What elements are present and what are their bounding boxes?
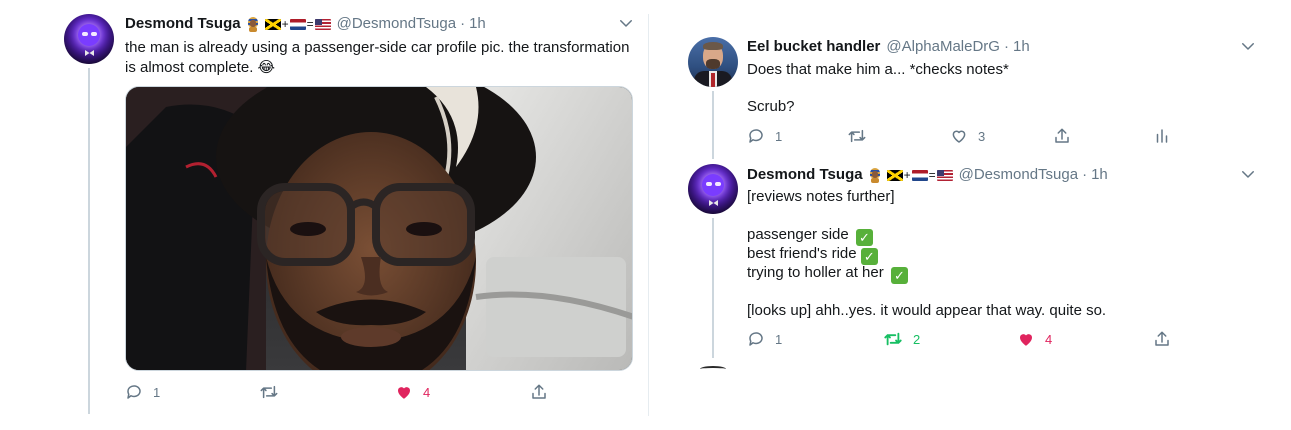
reply-icon <box>127 385 141 399</box>
reply-count: 1 <box>153 384 161 400</box>
like-button[interactable]: 4 <box>395 382 430 402</box>
column-divider <box>648 14 649 416</box>
plus-sign: + <box>903 168 911 182</box>
author-handle[interactable]: @DesmondTsuga <box>959 165 1078 185</box>
tweet-actions: 1 2 4 <box>747 329 1177 349</box>
author-name[interactable]: Desmond Tsuga <box>125 14 241 34</box>
separator-dot: · <box>460 15 466 32</box>
reply-icon <box>749 332 763 346</box>
separator-dot: · <box>1003 38 1009 55</box>
checklist-label: passenger side <box>747 226 849 243</box>
retweet-icon <box>848 129 866 143</box>
like-count: 4 <box>423 384 431 400</box>
author-handle[interactable]: @DesmondTsuga <box>337 14 456 34</box>
chevron-down-icon[interactable] <box>1239 37 1257 55</box>
retweet-button[interactable]: 2 <box>883 329 920 349</box>
tweet-photo[interactable] <box>125 86 633 371</box>
tweet-actions: 1 3 <box>747 126 1177 146</box>
checklist-label: best friend's ride <box>747 245 857 262</box>
analytics-icon <box>1156 129 1168 143</box>
reply-count: 1 <box>775 128 783 144</box>
reply-icon <box>749 129 763 143</box>
avatar[interactable] <box>688 164 738 214</box>
reply-button[interactable]: 1 <box>125 382 160 402</box>
analytics-button[interactable] <box>1153 126 1171 146</box>
tweet-text-line-2: is almost complete. 😂 <box>125 59 276 76</box>
retweet-icon <box>260 385 278 399</box>
tweet-text-line-1: the man is already using a passenger-sid… <box>125 39 630 56</box>
retweet-button[interactable] <box>847 126 877 146</box>
checklist-item: passenger side ✓ <box>747 225 873 246</box>
author-name[interactable]: Desmond Tsuga <box>747 165 863 185</box>
like-button[interactable]: 4 <box>1017 329 1052 349</box>
avatar[interactable] <box>688 37 738 87</box>
reply-count: 1 <box>775 331 783 347</box>
netherlands-flag-icon <box>911 169 928 181</box>
tweet-actions: 1 4 <box>125 382 633 402</box>
chevron-down-icon[interactable] <box>1239 165 1257 183</box>
heart-icon <box>952 130 966 143</box>
author-handle[interactable]: @AlphaMaleDrG <box>886 37 1000 57</box>
separator-dot: · <box>1082 166 1088 183</box>
tweet-header: Desmond Tsuga + = @DesmondTsuga · 1h <box>747 165 1108 185</box>
equals-sign: = <box>928 168 936 182</box>
retweet-active-icon <box>884 332 902 346</box>
share-button[interactable] <box>530 382 548 402</box>
share-icon <box>1055 128 1069 143</box>
thread-line <box>712 218 714 358</box>
like-button[interactable]: 3 <box>950 126 985 146</box>
jamaica-flag-icon <box>886 169 903 181</box>
netherlands-flag-icon <box>289 18 306 30</box>
selfie-photo <box>126 87 632 370</box>
avatar[interactable] <box>64 14 114 64</box>
usa-flag-icon <box>936 169 953 181</box>
author-name[interactable]: Eel bucket handler <box>747 37 880 57</box>
checklist-item: best friend's ride ✓ <box>747 244 878 265</box>
checklist-label: trying to holler at her <box>747 264 884 281</box>
usa-flag-icon <box>314 18 331 30</box>
tweet-header: Eel bucket handler @AlphaMaleDrG · 1h <box>747 37 1030 57</box>
tweet-text-line-5: [looks up] ahh..yes. it would appear tha… <box>747 302 1107 319</box>
equals-sign: = <box>306 17 314 31</box>
share-button[interactable] <box>1153 329 1171 349</box>
tweet-text-line-1: Does that make him a... *checks notes* <box>747 61 1009 78</box>
pharaoh-emoji <box>869 167 881 183</box>
pharaoh-emoji <box>247 16 259 32</box>
retweet-button[interactable] <box>259 382 289 402</box>
retweet-count: 2 <box>913 331 921 347</box>
plus-sign: + <box>281 17 289 31</box>
timestamp[interactable]: 1h <box>1091 165 1108 185</box>
share-button[interactable] <box>1053 126 1071 146</box>
like-count: 3 <box>978 128 986 144</box>
like-count: 4 <box>1045 331 1053 347</box>
thread-line <box>88 68 90 414</box>
thread-line <box>712 91 714 159</box>
checklist-item: trying to holler at her ✓ <box>747 263 908 284</box>
share-icon <box>532 384 546 399</box>
tweet-header: Desmond Tsuga + = @DesmondTsuga · 1h <box>125 14 486 34</box>
heart-filled-icon <box>398 387 410 399</box>
share-icon <box>1155 331 1169 346</box>
reply-button[interactable]: 1 <box>747 329 782 349</box>
tweet-text-line-2: Scrub? <box>747 98 795 115</box>
tweet-text-line-1: [reviews notes further] <box>747 188 895 205</box>
chevron-down-icon[interactable] <box>617 14 635 32</box>
timestamp[interactable]: 1h <box>1013 37 1030 57</box>
jamaica-flag-icon <box>264 18 281 30</box>
next-avatar-edge <box>700 366 726 372</box>
heart-filled-icon <box>1020 334 1032 346</box>
reply-button[interactable]: 1 <box>747 126 782 146</box>
timestamp[interactable]: 1h <box>469 14 486 34</box>
check-mark-icon: ✓ <box>890 267 908 284</box>
